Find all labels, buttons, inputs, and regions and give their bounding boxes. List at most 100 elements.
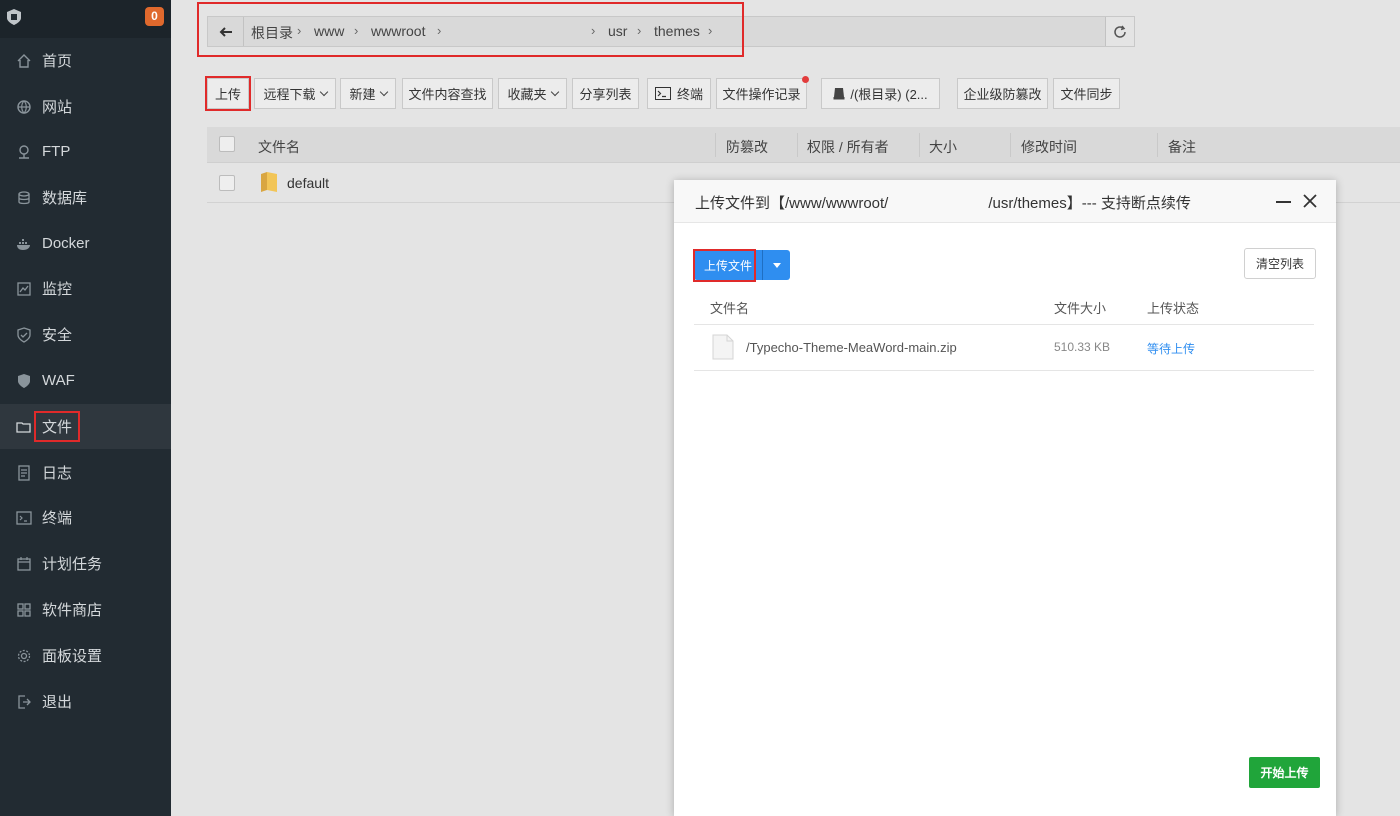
- sidebar-item-label: 日志: [42, 465, 73, 482]
- shield-icon: [16, 326, 32, 343]
- file-sync-button[interactable]: 文件同步: [1053, 78, 1120, 109]
- upload-column-name: 文件名: [710, 301, 750, 316]
- folder-icon: [16, 419, 32, 435]
- clear-list-button[interactable]: 清空列表: [1244, 248, 1316, 279]
- sidebar-item-docker[interactable]: Docker: [0, 221, 171, 266]
- sidebar-item-files[interactable]: 文件: [0, 404, 171, 449]
- sidebar-item-label: WAF: [42, 372, 75, 389]
- apps-icon: [16, 602, 32, 618]
- sidebar-item-logs[interactable]: 日志: [0, 450, 171, 495]
- sidebar-item-logout[interactable]: 退出: [0, 679, 171, 724]
- upload-button[interactable]: 上传: [205, 76, 251, 111]
- folder-icon: [261, 172, 277, 192]
- column-divider: [1010, 133, 1011, 157]
- sidebar-item-label: FTP: [42, 143, 71, 160]
- column-header-remark[interactable]: 备注: [1168, 137, 1196, 157]
- sidebar-item-label: 终端: [42, 510, 73, 527]
- upload-column-status: 上传状态: [1147, 301, 1200, 316]
- new-button[interactable]: 新建: [340, 78, 396, 109]
- database-icon: [16, 190, 32, 206]
- file-manager: 根目录 › www › wwwroot › › usr › themes › 上…: [171, 0, 1400, 816]
- new-label: 新建: [349, 87, 376, 102]
- sidebar-item-terminal[interactable]: 终端: [0, 495, 171, 540]
- calendar-icon: [16, 556, 32, 572]
- sidebar-item-website[interactable]: 网站: [0, 84, 171, 129]
- favorites-label: 收藏夹: [507, 87, 547, 102]
- sidebar-item-label: 计划任务: [42, 556, 103, 573]
- sidebar-item-label: 数据库: [42, 190, 88, 207]
- waf-icon: [16, 373, 32, 389]
- minimize-button[interactable]: [1276, 201, 1291, 203]
- sidebar-item-label: 首页: [42, 53, 73, 70]
- sidebar-item-label: 监控: [42, 281, 73, 298]
- caret-down-icon: [772, 262, 781, 268]
- sidebar-item-label: 网站: [42, 99, 73, 116]
- upload-file-status: 等待上传: [1147, 342, 1196, 356]
- sidebar-item-settings[interactable]: 面板设置: [0, 633, 171, 678]
- dialog-title: 上传文件到【/www/wwwroot/ /usr/themes】--- 支持断点…: [695, 195, 1191, 212]
- sidebar-item-label: 面板设置: [42, 648, 103, 665]
- terminal-icon: [654, 87, 671, 100]
- refresh-icon: [1114, 25, 1126, 38]
- refresh-button[interactable]: [1105, 17, 1134, 46]
- sidebar-item-cron[interactable]: 计划任务: [0, 541, 171, 586]
- notification-badge[interactable]: 0: [145, 7, 164, 26]
- sidebar-item-label: 软件商店: [42, 602, 103, 619]
- disk-button[interactable]: /(根目录) (2...: [821, 78, 940, 109]
- column-header-size[interactable]: 大小: [929, 137, 957, 157]
- ftp-icon: [16, 144, 32, 160]
- sidebar-header: 0: [0, 0, 171, 38]
- chevron-down-icon: [319, 87, 328, 96]
- sidebar-item-monitor[interactable]: 监控: [0, 266, 171, 311]
- chevron-down-icon: [550, 87, 559, 96]
- path-highlight: [197, 2, 744, 57]
- divider: [694, 370, 1314, 371]
- sidebar-item-ftp[interactable]: FTP: [0, 129, 171, 174]
- remote-download-label: 远程下载: [263, 87, 316, 102]
- sidebar-item-home[interactable]: 首页: [0, 38, 171, 83]
- monitor-icon: [16, 281, 32, 297]
- home-icon: [16, 53, 32, 69]
- upload-column-size: 文件大小: [1054, 301, 1107, 316]
- column-header-permission[interactable]: 权限 / 所有者: [807, 137, 889, 157]
- favorites-button[interactable]: 收藏夹: [498, 78, 567, 109]
- sidebar-item-label: 退出: [42, 694, 73, 711]
- column-header-name[interactable]: 文件名: [258, 137, 300, 157]
- terminal-label: 终端: [676, 87, 703, 102]
- column-divider: [1157, 133, 1158, 157]
- sidebar-item-security[interactable]: 安全: [0, 312, 171, 357]
- disk-label: /(根目录) (2...: [850, 87, 928, 102]
- share-list-button[interactable]: 分享列表: [572, 78, 639, 109]
- gear-icon: [16, 648, 32, 664]
- sidebar-item-label: 文件: [33, 411, 81, 442]
- logout-icon: [16, 694, 32, 710]
- select-all-checkbox[interactable]: [219, 136, 235, 152]
- terminal-button[interactable]: 终端: [647, 78, 711, 109]
- column-header-modified[interactable]: 修改时间: [1021, 137, 1077, 157]
- row-checkbox[interactable]: [219, 175, 235, 191]
- sidebar-item-appstore[interactable]: 软件商店: [0, 587, 171, 632]
- start-upload-button[interactable]: 开始上传: [1249, 757, 1320, 788]
- upload-options-dropdown[interactable]: [763, 250, 791, 280]
- upload-dialog: 上传文件到【/www/wwwroot/ /usr/themes】--- 支持断点…: [674, 180, 1336, 816]
- column-divider: [715, 133, 716, 157]
- tamper-protection-button[interactable]: 企业级防篡改: [957, 78, 1048, 109]
- dialog-header: 上传文件到【/www/wwwroot/ /usr/themes】--- 支持断点…: [674, 180, 1336, 223]
- close-icon[interactable]: [1302, 193, 1318, 209]
- operation-log-button[interactable]: 文件操作记录: [716, 76, 809, 109]
- sidebar-item-database[interactable]: 数据库: [0, 175, 171, 220]
- file-icon: [712, 334, 734, 360]
- sidebar-item-waf[interactable]: WAF: [0, 358, 171, 403]
- chevron-down-icon: [379, 87, 388, 96]
- divider: [694, 324, 1314, 325]
- sidebar-item-label: 安全: [42, 327, 73, 344]
- log-icon: [16, 464, 32, 481]
- content-search-button[interactable]: 文件内容查找: [402, 78, 493, 109]
- column-header-tamper[interactable]: 防篡改: [726, 137, 768, 157]
- docker-icon: [16, 236, 32, 252]
- file-name[interactable]: default: [287, 175, 329, 191]
- column-divider: [919, 133, 920, 157]
- terminal-icon: [16, 510, 32, 526]
- remote-download-button[interactable]: 远程下载: [254, 78, 336, 109]
- file-table-header: 文件名 防篡改 权限 / 所有者 大小 修改时间 备注: [207, 127, 1400, 163]
